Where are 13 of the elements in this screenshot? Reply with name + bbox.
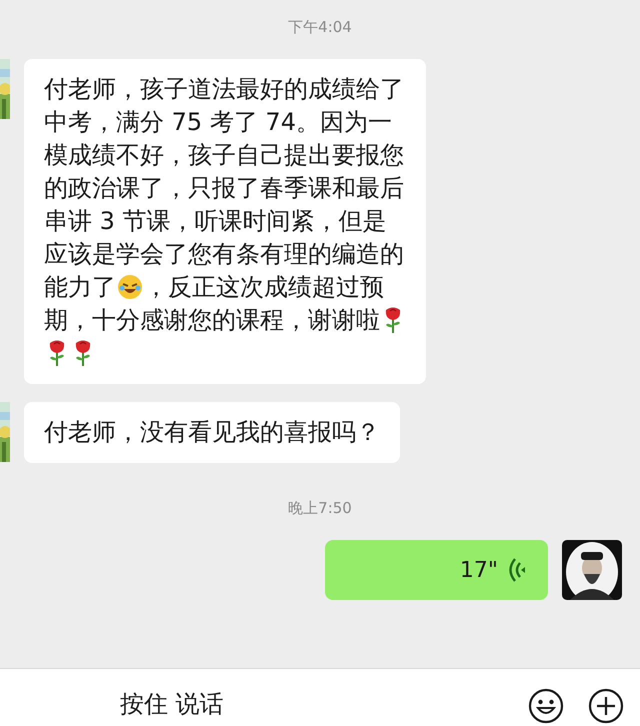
rose-icon [384,306,402,334]
voice-duration: 17" [460,558,498,582]
message-bubble[interactable]: 付老师，没有看见我的喜报吗？ [24,402,400,463]
plus-icon[interactable] [588,688,624,724]
voice-message[interactable]: 17" [325,540,548,600]
voice-icon [508,558,526,582]
rose-icon [74,339,92,367]
timestamp: 晚上7:50 [288,499,352,518]
emoji-icon[interactable] [528,688,564,724]
timestamp: 下午4:04 [288,18,352,37]
rose-icon [48,339,66,367]
message-bubble[interactable]: 付老师，孩子道法最好的成绩给了中考，满分 75 考了 74。因为一模成绩不好，孩子自己提出要报您的政治课了，只报了春季课和最后串讲 3 节课，听课时间紧，但是应该是学会了您有条有理的编造的能力了 ，反正这次成绩超过预期，十分感谢您的课程，谢谢啦 [24,59,426,384]
laughing-face-icon [117,274,143,300]
